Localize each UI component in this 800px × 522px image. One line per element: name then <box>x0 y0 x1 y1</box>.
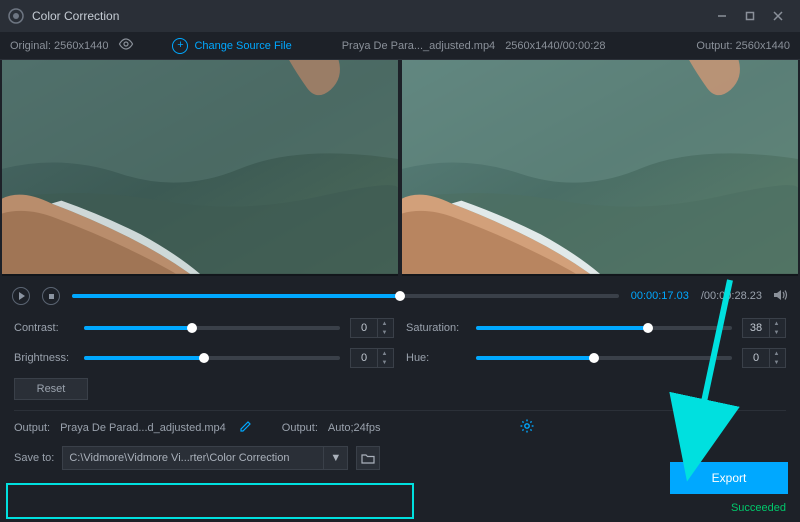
minimize-button[interactable] <box>708 2 736 30</box>
stepper-up-icon[interactable]: ▲ <box>378 349 391 358</box>
status-succeeded: Succeeded <box>731 502 786 514</box>
output-resolution: Output: 2560x1440 <box>696 40 790 52</box>
output-info-row: Output: Praya De Parad...d_adjusted.mp4 … <box>0 411 800 436</box>
playback-bar: 00:00:17.03/00:00:28.23 <box>0 280 800 312</box>
play-button[interactable] <box>12 287 30 305</box>
stepper-up-icon[interactable]: ▲ <box>378 319 391 328</box>
change-source-button[interactable]: + Change Source File <box>172 38 291 54</box>
edit-filename-icon[interactable] <box>240 420 252 435</box>
source-filename: Praya De Para..._adjusted.mp4 <box>342 40 495 52</box>
hue-value-input[interactable]: ▲▼ <box>742 348 786 368</box>
time-current: 00:00:17.03 <box>631 290 689 302</box>
plus-icon: + <box>172 38 188 54</box>
brightness-label: Brightness: <box>14 352 74 364</box>
preview-toggle-icon[interactable] <box>118 38 134 53</box>
stepper-down-icon[interactable]: ▼ <box>378 328 391 337</box>
output-format: Auto;24fps <box>328 422 381 434</box>
hue-slider[interactable] <box>476 356 732 360</box>
stepper-up-icon[interactable]: ▲ <box>770 349 783 358</box>
brightness-value-input[interactable]: ▲▼ <box>350 348 394 368</box>
saturation-value-input[interactable]: ▲▼ <box>742 318 786 338</box>
export-button[interactable]: Export <box>670 462 788 494</box>
contrast-label: Contrast: <box>14 322 74 334</box>
time-total: /00:00:28.23 <box>701 290 762 302</box>
save-path-field[interactable]: ▼ <box>62 446 348 470</box>
stop-button[interactable] <box>42 287 60 305</box>
save-to-label: Save to: <box>14 452 54 464</box>
reset-button[interactable]: Reset <box>14 378 88 400</box>
saturation-label: Saturation: <box>406 322 466 334</box>
annotation-highlight-save <box>6 483 414 519</box>
saturation-slider[interactable] <box>476 326 732 330</box>
output-label-2: Output: <box>282 422 318 434</box>
browse-folder-button[interactable] <box>356 446 380 470</box>
info-bar: Original: 2560x1440 + Change Source File… <box>0 32 800 60</box>
output-filename: Praya De Parad...d_adjusted.mp4 <box>60 422 226 434</box>
output-label-1: Output: <box>14 422 50 434</box>
change-source-label: Change Source File <box>194 40 291 52</box>
stepper-up-icon[interactable]: ▲ <box>770 319 783 328</box>
original-resolution: Original: 2560x1440 <box>10 40 108 52</box>
output-preview <box>402 60 798 276</box>
hue-label: Hue: <box>406 352 466 364</box>
source-resolution-time: 2560x1440/00:00:28 <box>505 40 605 52</box>
save-path-input[interactable] <box>63 452 323 464</box>
window-title: Color Correction <box>32 9 708 23</box>
stepper-down-icon[interactable]: ▼ <box>770 358 783 367</box>
save-path-dropdown[interactable]: ▼ <box>323 447 347 469</box>
maximize-button[interactable] <box>736 2 764 30</box>
stepper-down-icon[interactable]: ▼ <box>378 358 391 367</box>
title-bar: Color Correction <box>0 0 800 32</box>
original-preview <box>2 60 398 276</box>
settings-icon[interactable] <box>520 419 534 436</box>
adjustment-controls: Contrast: ▲▼ Saturation: ▲▼ Brightness: … <box>0 312 800 400</box>
progress-slider[interactable] <box>72 294 619 298</box>
contrast-slider[interactable] <box>84 326 340 330</box>
preview-area <box>0 60 800 276</box>
volume-icon[interactable] <box>774 289 788 304</box>
contrast-value-input[interactable]: ▲▼ <box>350 318 394 338</box>
close-button[interactable] <box>764 2 792 30</box>
app-icon <box>8 8 24 24</box>
brightness-slider[interactable] <box>84 356 340 360</box>
stepper-down-icon[interactable]: ▼ <box>770 328 783 337</box>
